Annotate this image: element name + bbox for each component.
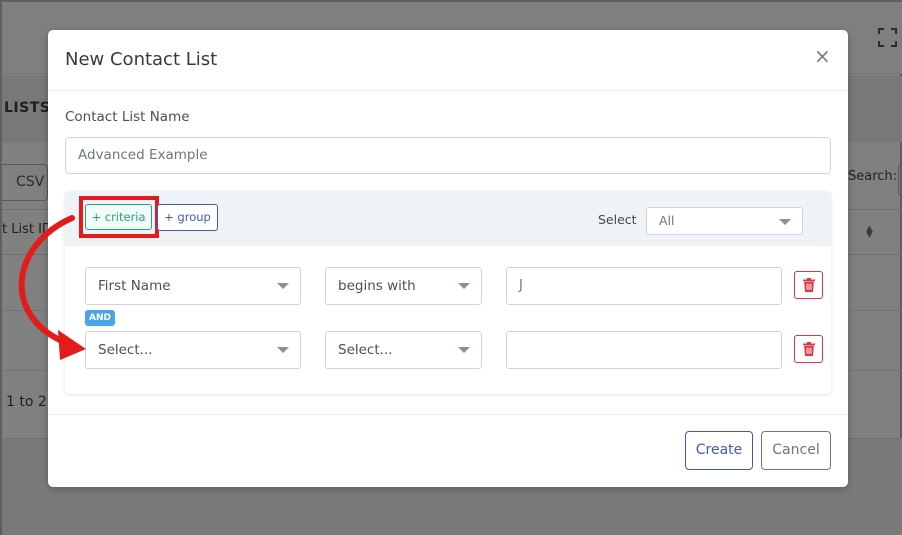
match-select-dropdown[interactable]: All <box>646 207 803 235</box>
criteria-field-select[interactable]: First Name <box>85 267 301 305</box>
chevron-down-icon <box>779 219 791 225</box>
criteria-operator-value: begins with <box>338 278 416 294</box>
criteria-value-input[interactable] <box>506 331 782 369</box>
delete-criteria-button[interactable] <box>794 271 823 299</box>
contact-list-name-input[interactable]: Advanced Example <box>65 137 831 174</box>
search-label: Search: <box>848 169 898 184</box>
chevron-down-icon <box>458 283 470 289</box>
modal-title: New Contact List <box>65 49 218 70</box>
criteria-field-value: First Name <box>98 278 171 294</box>
modal-footer-divider <box>48 414 848 415</box>
criteria-field-value: Select... <box>98 342 153 358</box>
criteria-field-select[interactable]: Select... <box>85 331 301 369</box>
lists-title: LISTS <box>4 100 51 116</box>
annotation-highlight-box <box>79 196 159 238</box>
new-contact-list-modal: New Contact List × Contact List Name Adv… <box>48 30 848 487</box>
close-icon[interactable]: × <box>814 46 831 66</box>
match-select-label: Select <box>598 212 637 227</box>
chevron-down-icon <box>277 347 289 353</box>
query-builder-header: + criteria + group Select All <box>65 191 831 246</box>
criteria-operator-select[interactable]: begins with <box>325 267 482 305</box>
trash-icon <box>803 342 815 356</box>
cancel-button[interactable]: Cancel <box>761 431 831 470</box>
contact-list-name-label: Contact List Name <box>65 109 190 125</box>
criteria-value-text: J <box>519 278 523 293</box>
add-group-button[interactable]: + group <box>157 204 218 231</box>
modal-header: New Contact List × <box>48 30 848 91</box>
chevron-down-icon <box>458 347 470 353</box>
match-select-value: All <box>659 213 675 228</box>
csv-button[interactable]: CSV <box>2 164 48 201</box>
sort-icon[interactable]: ▲ ▼ <box>866 225 873 240</box>
criteria-operator-select[interactable]: Select... <box>325 331 482 369</box>
search-input[interactable] <box>898 164 902 196</box>
fullscreen-icon[interactable] <box>878 28 897 47</box>
create-button[interactable]: Create <box>685 431 753 470</box>
and-badge: AND <box>85 310 115 326</box>
contact-list-name-value: Advanced Example <box>78 147 208 163</box>
trash-icon <box>803 278 815 292</box>
chevron-down-icon <box>277 283 289 289</box>
criteria-operator-value: Select... <box>338 342 393 358</box>
query-builder: + criteria + group Select All First Name… <box>65 191 831 394</box>
table-header-list-id[interactable]: t List ID <box>2 222 52 237</box>
criteria-value-input[interactable]: J <box>506 267 782 305</box>
delete-criteria-button[interactable] <box>794 335 823 363</box>
